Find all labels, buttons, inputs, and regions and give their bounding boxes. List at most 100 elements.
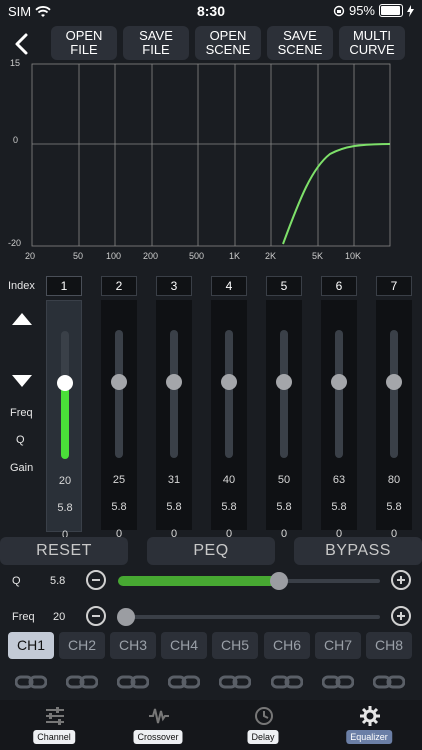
open-file-button[interactable]: OPEN FILE [51, 26, 117, 60]
link-icon[interactable] [117, 675, 149, 689]
channel-button-ch5[interactable]: CH5 [212, 632, 258, 659]
band-strip-6[interactable]: 6 63 5.8 0 [321, 276, 357, 540]
band-freq-value[interactable]: 80 [376, 474, 412, 486]
band-freq-value[interactable]: 25 [101, 474, 137, 486]
link-icon[interactable] [373, 675, 405, 689]
nav-label: Delay [247, 730, 279, 744]
band-freq-value[interactable]: 40 [211, 474, 247, 486]
nav-label: Crossover [133, 730, 183, 744]
q-slider-fill [118, 576, 280, 586]
freq-slider-value: 20 [53, 611, 66, 623]
gain-fader-knob[interactable] [386, 374, 402, 390]
channel-button-ch8[interactable]: CH8 [366, 632, 412, 659]
band-panel: 50 5.8 0 [266, 300, 302, 540]
gain-fader-track[interactable] [225, 330, 233, 458]
channel-button-ch4[interactable]: CH4 [161, 632, 207, 659]
gain-fader-track[interactable] [335, 330, 343, 458]
q-increase-button[interactable] [391, 570, 411, 590]
save-file-button[interactable]: SAVE FILE [123, 26, 189, 60]
channel-button-ch6[interactable]: CH6 [264, 632, 310, 659]
gain-fader-track[interactable] [390, 330, 398, 458]
gain-fader-track[interactable] [115, 330, 123, 458]
x-tick-label: 20 [25, 251, 35, 261]
band-index[interactable]: 7 [376, 276, 412, 296]
freq-slider-knob[interactable] [117, 608, 135, 626]
freq-slider-track[interactable] [118, 615, 380, 619]
multi-curve-button[interactable]: MULTI CURVE [339, 26, 405, 60]
band-strip-2[interactable]: 2 25 5.8 0 [101, 276, 137, 540]
band-freq-value[interactable]: 31 [156, 474, 192, 486]
band-index[interactable]: 4 [211, 276, 247, 296]
open-scene-button[interactable]: OPEN SCENE [195, 26, 261, 60]
waveform-icon [149, 708, 169, 724]
link-icon[interactable] [322, 675, 354, 689]
x-tick-label: 1K [229, 251, 240, 261]
link-icon[interactable] [219, 675, 251, 689]
band-index[interactable]: 1 [46, 276, 82, 296]
freq-increase-button[interactable] [391, 606, 411, 626]
x-tick-label: 5K [312, 251, 323, 261]
gain-fader-knob[interactable] [221, 374, 237, 390]
x-tick-label: 100 [106, 251, 121, 261]
channel-button-ch7[interactable]: CH7 [315, 632, 361, 659]
reset-button[interactable]: RESET [0, 537, 128, 565]
channel-button-ch2[interactable]: CH2 [59, 632, 105, 659]
nav-channel[interactable]: Channel [14, 700, 94, 750]
x-tick-label: 500 [189, 251, 204, 261]
band-q-value[interactable]: 5.8 [211, 501, 247, 513]
band-index[interactable]: 2 [101, 276, 137, 296]
gear-icon [360, 706, 380, 726]
back-button[interactable] [12, 32, 32, 56]
gain-fader-track[interactable] [280, 330, 288, 458]
band-strip-7[interactable]: 7 80 5.8 0 [376, 276, 412, 540]
band-strip-1[interactable]: 1 20 5.8 0 [46, 276, 83, 541]
band-q-value[interactable]: 5.8 [47, 502, 83, 514]
band-q-value[interactable]: 5.8 [156, 501, 192, 513]
band-panel: 40 5.8 0 [211, 300, 247, 540]
band-q-value[interactable]: 5.8 [101, 501, 137, 513]
nav-crossover[interactable]: Crossover [118, 700, 198, 750]
band-panel: 80 5.8 0 [376, 300, 412, 540]
q-decrease-button[interactable] [86, 570, 106, 590]
gain-fader-track[interactable] [61, 331, 69, 459]
nav-delay[interactable]: Delay [223, 700, 303, 750]
band-q-value[interactable]: 5.8 [321, 501, 357, 513]
band-index[interactable]: 6 [321, 276, 357, 296]
band-q-value[interactable]: 5.8 [266, 501, 302, 513]
peq-button[interactable]: PEQ [147, 537, 275, 565]
link-icon[interactable] [66, 675, 98, 689]
gain-fader-knob[interactable] [331, 374, 347, 390]
band-q-value[interactable]: 5.8 [376, 501, 412, 513]
save-scene-button[interactable]: SAVE SCENE [267, 26, 333, 60]
band-strip-4[interactable]: 4 40 5.8 0 [211, 276, 247, 540]
link-icon[interactable] [271, 675, 303, 689]
band-index[interactable]: 3 [156, 276, 192, 296]
band-freq-value[interactable]: 20 [47, 475, 83, 487]
charging-icon [407, 4, 414, 17]
eq-response-graph[interactable]: 15 0 -20 20 50 100 200 500 1K 2K 5K 10K [0, 58, 422, 268]
band-strip-5[interactable]: 5 50 5.8 0 [266, 276, 302, 540]
index-down-button[interactable] [11, 374, 33, 388]
gain-fader-knob[interactable] [166, 374, 182, 390]
gain-fader-knob[interactable] [276, 374, 292, 390]
band-freq-value[interactable]: 50 [266, 474, 302, 486]
index-up-button[interactable] [11, 312, 33, 326]
band-index[interactable]: 5 [266, 276, 302, 296]
gain-fader-track[interactable] [170, 330, 178, 458]
freq-decrease-button[interactable] [86, 606, 106, 626]
index-label: Index [8, 280, 35, 292]
nav-equalizer[interactable]: Equalizer [329, 700, 409, 750]
bypass-button[interactable]: BYPASS [294, 537, 422, 565]
orientation-lock-icon [333, 5, 345, 16]
gain-fader-knob[interactable] [111, 374, 127, 390]
band-freq-value[interactable]: 63 [321, 474, 357, 486]
gain-fader-knob[interactable] [57, 375, 73, 391]
link-icon[interactable] [168, 675, 200, 689]
q-slider-knob[interactable] [270, 572, 288, 590]
channel-button-ch3[interactable]: CH3 [110, 632, 156, 659]
channel-button-ch1[interactable]: CH1 [8, 632, 54, 659]
link-icon[interactable] [15, 675, 47, 689]
band-strip-3[interactable]: 3 31 5.8 0 [156, 276, 192, 540]
graph-grid [31, 63, 391, 247]
gain-row-label: Gain [10, 462, 34, 474]
